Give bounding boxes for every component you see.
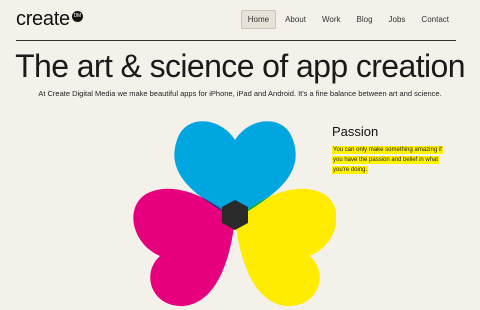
heart-flower-illustration xyxy=(133,121,336,307)
nav-item-jobs[interactable]: Jobs xyxy=(382,10,413,29)
passion-highlight-text: You can only make something amazing if y… xyxy=(332,146,443,174)
page-intro: At Create Digital Media we make beautifu… xyxy=(38,89,442,98)
main-nav: Home About Work Blog Jobs Contact xyxy=(240,10,456,29)
nav-item-contact[interactable]: Contact xyxy=(414,10,456,29)
nav-item-blog[interactable]: Blog xyxy=(350,10,380,29)
passion-heading: Passion xyxy=(332,124,379,139)
logo-text: create xyxy=(16,8,70,30)
nav-item-home[interactable]: Home xyxy=(240,10,277,29)
header-divider xyxy=(16,40,456,41)
page-headline: The art & science of app creation xyxy=(15,48,465,84)
passion-description: You can only make something amazing if y… xyxy=(332,145,452,175)
site-logo[interactable]: create DM xyxy=(16,8,83,31)
logo-badge: DM xyxy=(71,11,83,22)
nav-item-work[interactable]: Work xyxy=(315,10,348,29)
nav-item-about[interactable]: About xyxy=(278,10,313,29)
